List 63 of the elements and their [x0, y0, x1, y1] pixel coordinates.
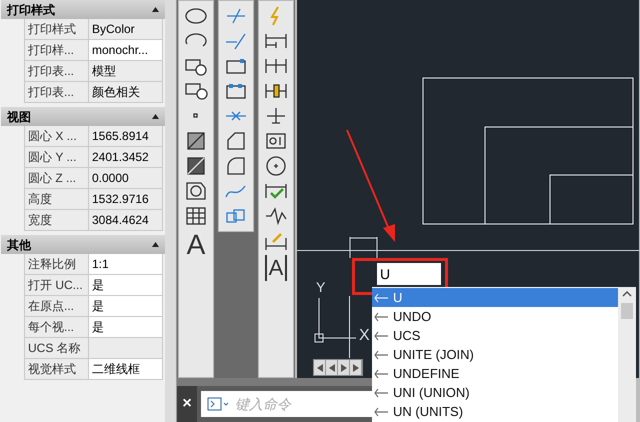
scroll-thumb[interactable]	[621, 303, 633, 319]
property-label: 圆心 Y ...	[24, 147, 89, 167]
section-title: 视图	[7, 108, 31, 126]
property-label: 圆心 Z ...	[24, 168, 89, 188]
suggestion-item[interactable]: UNI (UNION)	[372, 383, 618, 402]
layout-nav-button[interactable]	[326, 360, 338, 375]
property-label: 打印样...	[24, 40, 89, 60]
property-value: 1:1	[89, 254, 163, 274]
suggestion-item[interactable]: UNDO	[372, 307, 618, 326]
close-button[interactable]: ×	[177, 386, 197, 422]
command-placeholder: 键入命令	[235, 394, 291, 414]
property-value: 3084.4624	[89, 210, 163, 230]
property-label: 宽度	[24, 210, 89, 230]
jogged-line-icon[interactable]	[263, 205, 289, 227]
property-value: 是	[89, 275, 163, 295]
property-label: UCS 名称	[24, 338, 89, 358]
y-axis-label: Y	[316, 278, 326, 297]
property-value: 模型	[89, 61, 163, 81]
property-label: 视觉样式	[24, 359, 89, 379]
property-label: 高度	[24, 189, 89, 209]
property-label: 注释比例	[24, 254, 89, 274]
suggestion-item[interactable]: U	[372, 288, 618, 307]
section-title: 其他	[7, 236, 31, 254]
text-glyph-icon[interactable]: A	[186, 230, 206, 260]
property-value: 0.0000	[89, 168, 163, 188]
property-value: monochr...	[89, 40, 163, 60]
property-label: 打开 UC...	[24, 275, 89, 295]
layout-nav-button[interactable]	[350, 360, 362, 375]
property-value: ByColor	[89, 19, 163, 39]
property-label: 打印样式	[24, 19, 89, 39]
collapse-icon[interactable]	[152, 7, 159, 12]
section-header[interactable]: 打印样式	[1, 0, 165, 19]
property-label: 打印表...	[24, 61, 89, 81]
scroll-up-icon[interactable]	[622, 290, 632, 297]
property-value: 是	[89, 317, 163, 337]
prompt-icon	[207, 397, 229, 411]
command-input[interactable]: U	[377, 263, 441, 285]
property-value: 1565.8914	[89, 126, 163, 146]
dimension-edit-icon[interactable]	[263, 230, 289, 252]
property-value: 颜色相关	[89, 82, 163, 102]
ucs-axis-icon	[313, 296, 357, 344]
scrollbar[interactable]	[618, 287, 636, 422]
suggestion-item[interactable]: UN (UNITS)	[372, 402, 618, 421]
layout-nav-button[interactable]	[314, 360, 326, 375]
layout-nav-button[interactable]	[338, 360, 350, 375]
suggestion-item[interactable]: UCS	[372, 326, 618, 345]
property-label: 在原点...	[24, 296, 89, 316]
property-value: 二维线框	[89, 359, 163, 379]
x-axis-label: X	[359, 328, 370, 344]
property-label: 每个视...	[24, 317, 89, 337]
cursor-lines-drawing	[349, 237, 379, 258]
section-header[interactable]: 其他	[1, 235, 165, 254]
collapse-icon[interactable]	[152, 114, 159, 119]
collapse-icon[interactable]	[152, 242, 159, 247]
property-label: 圆心 X ...	[24, 126, 89, 146]
section-title: 打印样式	[7, 2, 55, 18]
property-value: 2401.3452	[89, 147, 163, 167]
property-value: 1532.9716	[89, 189, 163, 209]
property-label: 打印表...	[24, 82, 89, 102]
guide-line	[349, 296, 350, 358]
section-header[interactable]: 视图	[1, 107, 165, 126]
property-value: 是	[89, 296, 163, 316]
suggestion-item[interactable]: UNITE (JOIN)	[372, 345, 618, 364]
